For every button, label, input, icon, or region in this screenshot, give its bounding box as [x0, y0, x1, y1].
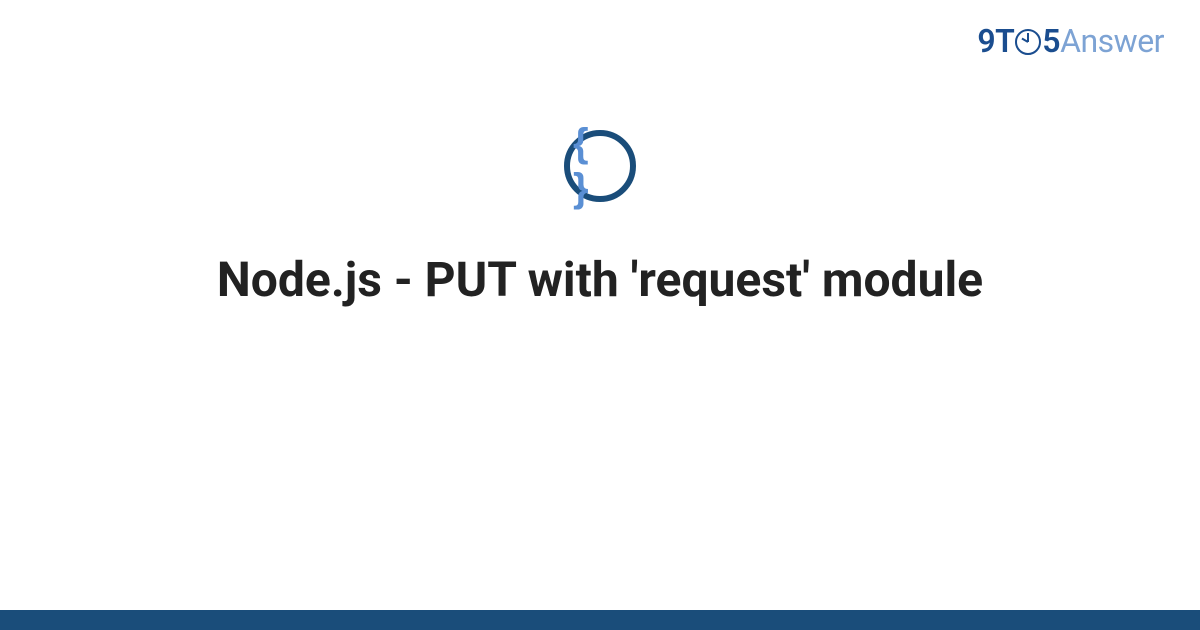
clock-icon	[1015, 29, 1041, 55]
footer-bar	[0, 610, 1200, 630]
main-content: { } Node.js - PUT with 'request' module	[0, 130, 1200, 310]
braces-glyph: { }	[573, 121, 630, 211]
logo-five: 5	[1042, 22, 1060, 60]
logo-nine: 9	[977, 22, 995, 60]
code-braces-icon: { }	[564, 130, 636, 202]
logo-t: T	[995, 22, 1014, 60]
logo-answer: Answer	[1060, 22, 1164, 60]
page-title: Node.js - PUT with 'request' module	[177, 250, 1023, 310]
site-logo: 9T5Answer	[977, 22, 1164, 60]
